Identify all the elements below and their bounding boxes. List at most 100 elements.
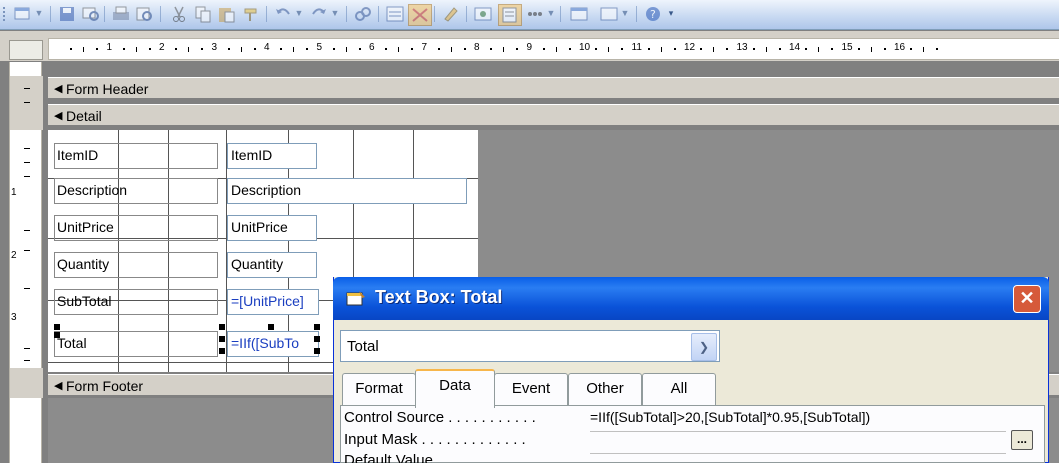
help-icon[interactable]: ? (642, 4, 664, 24)
dialog-title: Text Box: Total (375, 287, 503, 307)
database-window-icon[interactable] (568, 4, 590, 24)
field-control-itemid[interactable]: ItemID (227, 143, 317, 169)
field-list-icon[interactable] (384, 4, 406, 24)
ruler-tick (463, 48, 466, 50)
new-object-icon[interactable] (598, 4, 620, 24)
toolbar: ▼ ▼ ▼ ▼ ▼ ? ▾ (0, 0, 1059, 30)
save-icon[interactable] (56, 4, 78, 24)
cut-icon[interactable] (168, 4, 190, 24)
vertical-ruler[interactable]: 1 2 3 (9, 62, 43, 463)
search-icon[interactable] (80, 4, 102, 24)
print-icon[interactable] (110, 4, 132, 24)
redo-icon[interactable] (308, 4, 330, 24)
selection-handle[interactable] (219, 336, 225, 342)
field-label-subtotal[interactable]: SubTotal (54, 289, 218, 315)
property-value-input-mask[interactable] (590, 431, 1006, 454)
properties-icon[interactable] (498, 4, 522, 26)
toolbox-icon[interactable] (408, 4, 432, 26)
selection-handle[interactable] (219, 348, 225, 354)
undo-icon[interactable] (272, 4, 294, 24)
ruler-number: 3 (11, 312, 17, 323)
ruler-number: 3 (211, 42, 218, 53)
selection-handle[interactable] (314, 348, 320, 354)
property-value-control-source[interactable]: =IIf([SubTotal]>20,[SubTotal]*0.95,[SubT… (590, 409, 1006, 432)
close-button[interactable]: ✕ (1013, 285, 1041, 313)
autoformat-icon[interactable] (440, 4, 462, 24)
ruler-tick (24, 288, 30, 289)
ruler-tick (765, 47, 767, 52)
ruler-tick (555, 47, 557, 52)
selection-handle[interactable] (54, 324, 60, 330)
tab-other[interactable]: Other (568, 373, 642, 406)
selection-handle[interactable] (314, 336, 320, 342)
field-label-unitprice[interactable]: UnitPrice (54, 215, 218, 241)
field-label-total[interactable]: Total (54, 331, 218, 357)
dialog-title-bar[interactable]: Text Box: Total ✕ (333, 277, 1049, 320)
field-control-unitprice[interactable]: UnitPrice (227, 215, 317, 241)
property-name-control-source[interactable]: Control Source . . . . . . . . . . . (344, 409, 536, 431)
ruler-tick (70, 48, 73, 50)
field-control-total[interactable]: =IIf([SubTo (227, 331, 319, 357)
form-selector[interactable] (9, 40, 43, 60)
field-label-quantity[interactable]: Quantity (54, 252, 218, 278)
ruler-number: 4 (264, 42, 270, 53)
ruler-tick (188, 47, 190, 52)
ruler-number: 1 (106, 42, 113, 53)
selection-handle[interactable] (314, 324, 320, 330)
tab-event[interactable]: Event (494, 373, 568, 406)
ruler-number: 16 (894, 42, 906, 53)
view-icon[interactable] (12, 4, 34, 24)
selection-handle[interactable] (54, 332, 60, 338)
build-dropdown-icon[interactable]: ▼ (546, 6, 556, 20)
tab-all[interactable]: All (642, 373, 716, 406)
redo-dropdown-icon[interactable]: ▼ (330, 6, 340, 20)
code-icon[interactable] (472, 4, 494, 24)
format-painter-icon[interactable] (240, 4, 262, 24)
toolbar-options-icon[interactable]: ▾ (666, 6, 676, 20)
new-object-dropdown-icon[interactable]: ▼ (620, 6, 630, 20)
build-icon[interactable] (524, 4, 546, 24)
object-selector-value: Total (347, 338, 379, 355)
view-dropdown-icon[interactable]: ▼ (34, 6, 44, 20)
selection-handle[interactable] (219, 324, 225, 330)
field-control-quantity[interactable]: Quantity (227, 252, 317, 278)
ruler-tick (24, 162, 30, 163)
detail-label: Detail (66, 108, 102, 124)
ruler-tick (24, 348, 30, 349)
ruler-tick (542, 48, 545, 50)
tab-format[interactable]: Format (342, 373, 416, 406)
undo-dropdown-icon[interactable]: ▼ (294, 6, 304, 20)
print-preview-icon[interactable] (134, 4, 156, 24)
field-control-description[interactable]: Description (227, 178, 467, 204)
form-header-bar[interactable]: ◀ Form Header (48, 77, 1059, 99)
ruler-number: 10 (579, 42, 591, 53)
hyperlink-icon[interactable] (352, 4, 374, 24)
section-arrow-icon: ◀ (54, 110, 63, 122)
selection-handle[interactable] (268, 324, 274, 330)
ruler-number: 15 (841, 42, 853, 53)
property-name-default-value[interactable]: Default Value (344, 452, 433, 463)
detail-bar[interactable]: ◀ Detail (48, 104, 1059, 126)
ruler-tick (293, 47, 295, 52)
build-button[interactable]: ... (1011, 430, 1033, 450)
section-arrow-icon: ◀ (54, 380, 63, 392)
field-control-subtotal[interactable]: =[UnitPrice] (227, 289, 319, 315)
ruler-number: 7 (421, 42, 428, 53)
ruler-tick (345, 47, 347, 52)
chevron-down-icon[interactable]: ❯ (691, 333, 717, 361)
ruler-tick (96, 48, 99, 50)
ruler-number: 13 (736, 42, 748, 53)
property-name-input-mask[interactable]: Input Mask . . . . . . . . . . . . . (344, 431, 526, 453)
field-label-description[interactable]: Description (54, 178, 218, 204)
paste-icon[interactable] (216, 4, 238, 24)
ruler-tick (24, 250, 30, 251)
tab-data[interactable]: Data (415, 369, 495, 408)
copy-icon[interactable] (192, 4, 214, 24)
field-label-itemid[interactable]: ItemID (54, 143, 218, 169)
form-footer-label: Form Footer (66, 378, 144, 394)
toolbar-grip[interactable] (3, 7, 9, 21)
section-arrow-icon: ◀ (54, 83, 63, 95)
object-selector[interactable]: Total ❯ (340, 330, 720, 362)
ruler-tick (411, 48, 414, 50)
horizontal-ruler[interactable]: 1 2 3 4 5 6 7 8 9 10 11 12 13 14 15 16 (48, 38, 1059, 60)
